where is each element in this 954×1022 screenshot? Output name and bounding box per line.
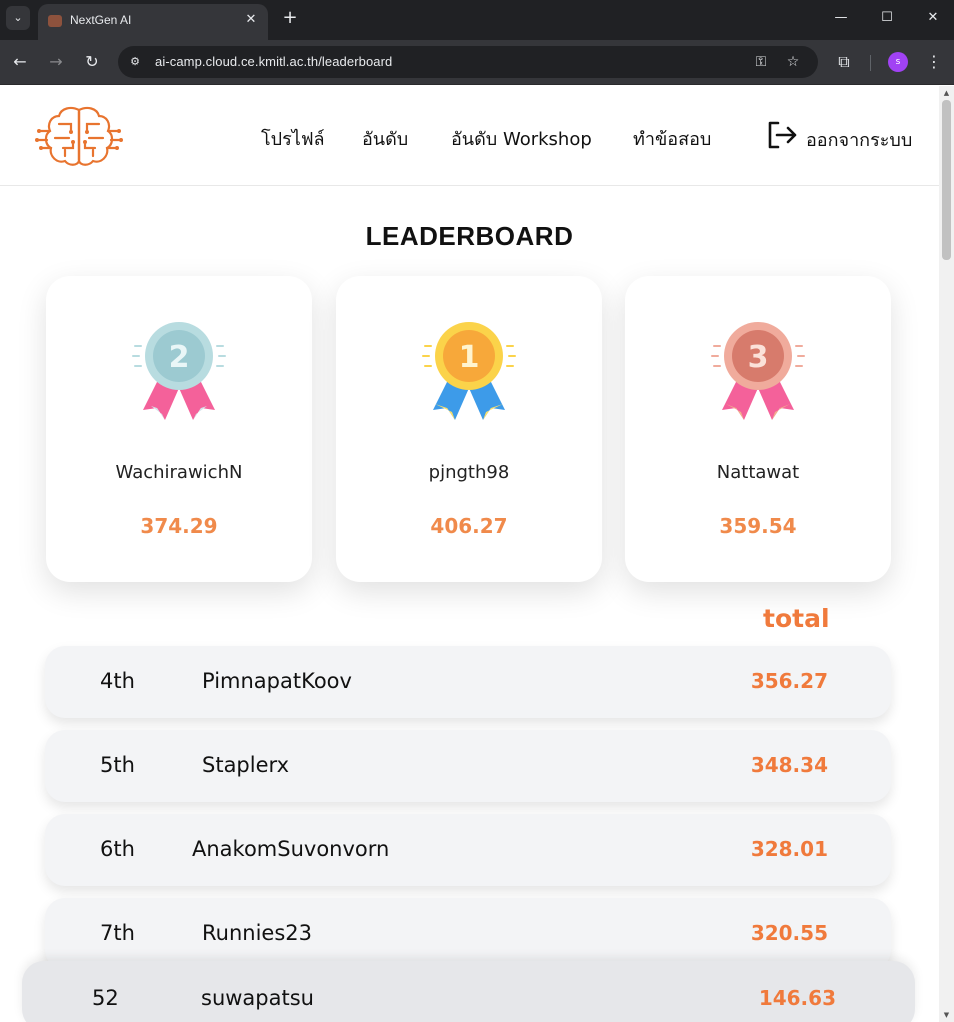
svg-text:2: 2 [169,340,190,375]
browser-tab-strip: ⌄ NextGen AI ✕ + — ☐ ✕ [0,0,954,40]
podium-score: 359.54 [719,514,797,538]
podium-card-second: 2 WachirawichN 374.29 [46,276,312,582]
logout-arrow-icon [768,121,797,149]
page-scrollbar[interactable]: ▲ ▼ [939,86,954,1022]
tab-search-chevron-icon[interactable]: ⌄ [6,6,30,30]
favicon-icon [48,15,62,27]
ranking-row: 6th AnakomSuvonvorn 328.01 [45,814,891,886]
rank-username: Runnies23 [202,921,312,945]
podium-name: WachirawichN [115,462,243,483]
scroll-up-arrow-icon[interactable]: ▲ [942,89,951,97]
toolbar-divider [870,55,871,71]
address-bar[interactable]: ⚙ ai-camp.cloud.ce.kmitl.ac.th/leaderboa… [118,46,818,78]
bronze-medal-icon: 3 [711,322,805,420]
nav-exam-link[interactable]: ทำข้อสอบ [633,124,711,153]
page-viewport: โปรไฟล์ อันดับ อันดับ Workshop ทำข้อสอบ … [0,86,954,1022]
logout-label: ออกจากระบบ [806,130,913,151]
scroll-down-arrow-icon[interactable]: ▼ [942,1011,951,1019]
ranking-row: 7th Runnies23 320.55 [45,898,891,970]
ranking-row: 4th PimnapatKoov 356.27 [45,646,891,718]
rank-score: 356.27 [750,669,828,693]
podium-name: Nattawat [716,462,800,483]
minimize-icon[interactable]: — [826,6,856,30]
rank-score: 348.34 [750,753,828,777]
rank-username: PimnapatKoov [202,669,352,693]
nav-profile-link[interactable]: โปรไฟล์ [261,124,325,153]
podium-score: 374.29 [140,514,218,538]
scrollbar-thumb[interactable] [942,100,951,260]
total-column-header: total [763,604,830,633]
browser-toolbar: ← → ↻ ⚙ ai-camp.cloud.ce.kmitl.ac.th/lea… [0,40,954,85]
site-header: โปรไฟล์ อันดับ อันดับ Workshop ทำข้อสอบ … [0,86,939,186]
browser-menu-kebab-icon[interactable]: ⋮ [922,50,946,74]
nav-ranking-link[interactable]: อันดับ [362,124,408,153]
profile-avatar[interactable]: s [888,52,908,72]
password-key-icon[interactable]: ⚿ [752,53,770,71]
svg-text:3: 3 [748,340,769,375]
url-text[interactable]: ai-camp.cloud.ce.kmitl.ac.th/leaderboard [155,54,392,69]
gold-medal-icon: 1 [422,322,516,420]
podium-card-first: 1 pjngth98 406.27 [336,276,602,582]
current-user-score: 146.63 [758,986,836,1010]
extensions-puzzle-icon[interactable]: ⧉ [832,50,856,74]
podium-score: 406.27 [430,514,508,538]
silver-medal-icon: 2 [132,322,226,420]
current-user-rank-row: 52 suwapatsu 146.63 [22,961,915,1022]
browser-tab[interactable]: NextGen AI ✕ [38,4,268,40]
site-info-icon[interactable]: ⚙ [126,53,144,71]
rank-position: 7th [100,921,135,945]
rank-score: 320.55 [750,921,828,945]
current-user-position: 52 [92,986,119,1010]
rank-position: 5th [100,753,135,777]
podium-card-third: 3 Nattawat 359.54 [625,276,891,582]
ranking-row: 5th Staplerx 348.34 [45,730,891,802]
rank-position: 4th [100,669,135,693]
rank-position: 6th [100,837,135,861]
brain-circuit-logo-icon[interactable] [35,104,123,168]
current-user-username: suwapatsu [201,986,314,1010]
svg-text:1: 1 [459,340,480,375]
forward-arrow-icon[interactable]: → [44,50,68,74]
podium-name: pjngth98 [428,462,510,483]
page-title: LEADERBOARD [365,221,574,251]
back-arrow-icon[interactable]: ← [8,50,32,74]
nav-workshop-ranking-link[interactable]: อันดับ Workshop [451,124,592,153]
reload-icon[interactable]: ↻ [80,50,104,74]
new-tab-plus-icon[interactable]: + [280,8,300,28]
maximize-icon[interactable]: ☐ [872,6,902,30]
rank-score: 328.01 [750,837,828,861]
bookmark-star-icon[interactable]: ☆ [784,53,802,71]
rank-username: Staplerx [202,753,290,777]
rank-username: AnakomSuvonvorn [192,837,390,861]
tab-title: NextGen AI [70,13,132,27]
tab-close-icon[interactable]: ✕ [242,11,260,29]
window-close-icon[interactable]: ✕ [918,6,948,30]
